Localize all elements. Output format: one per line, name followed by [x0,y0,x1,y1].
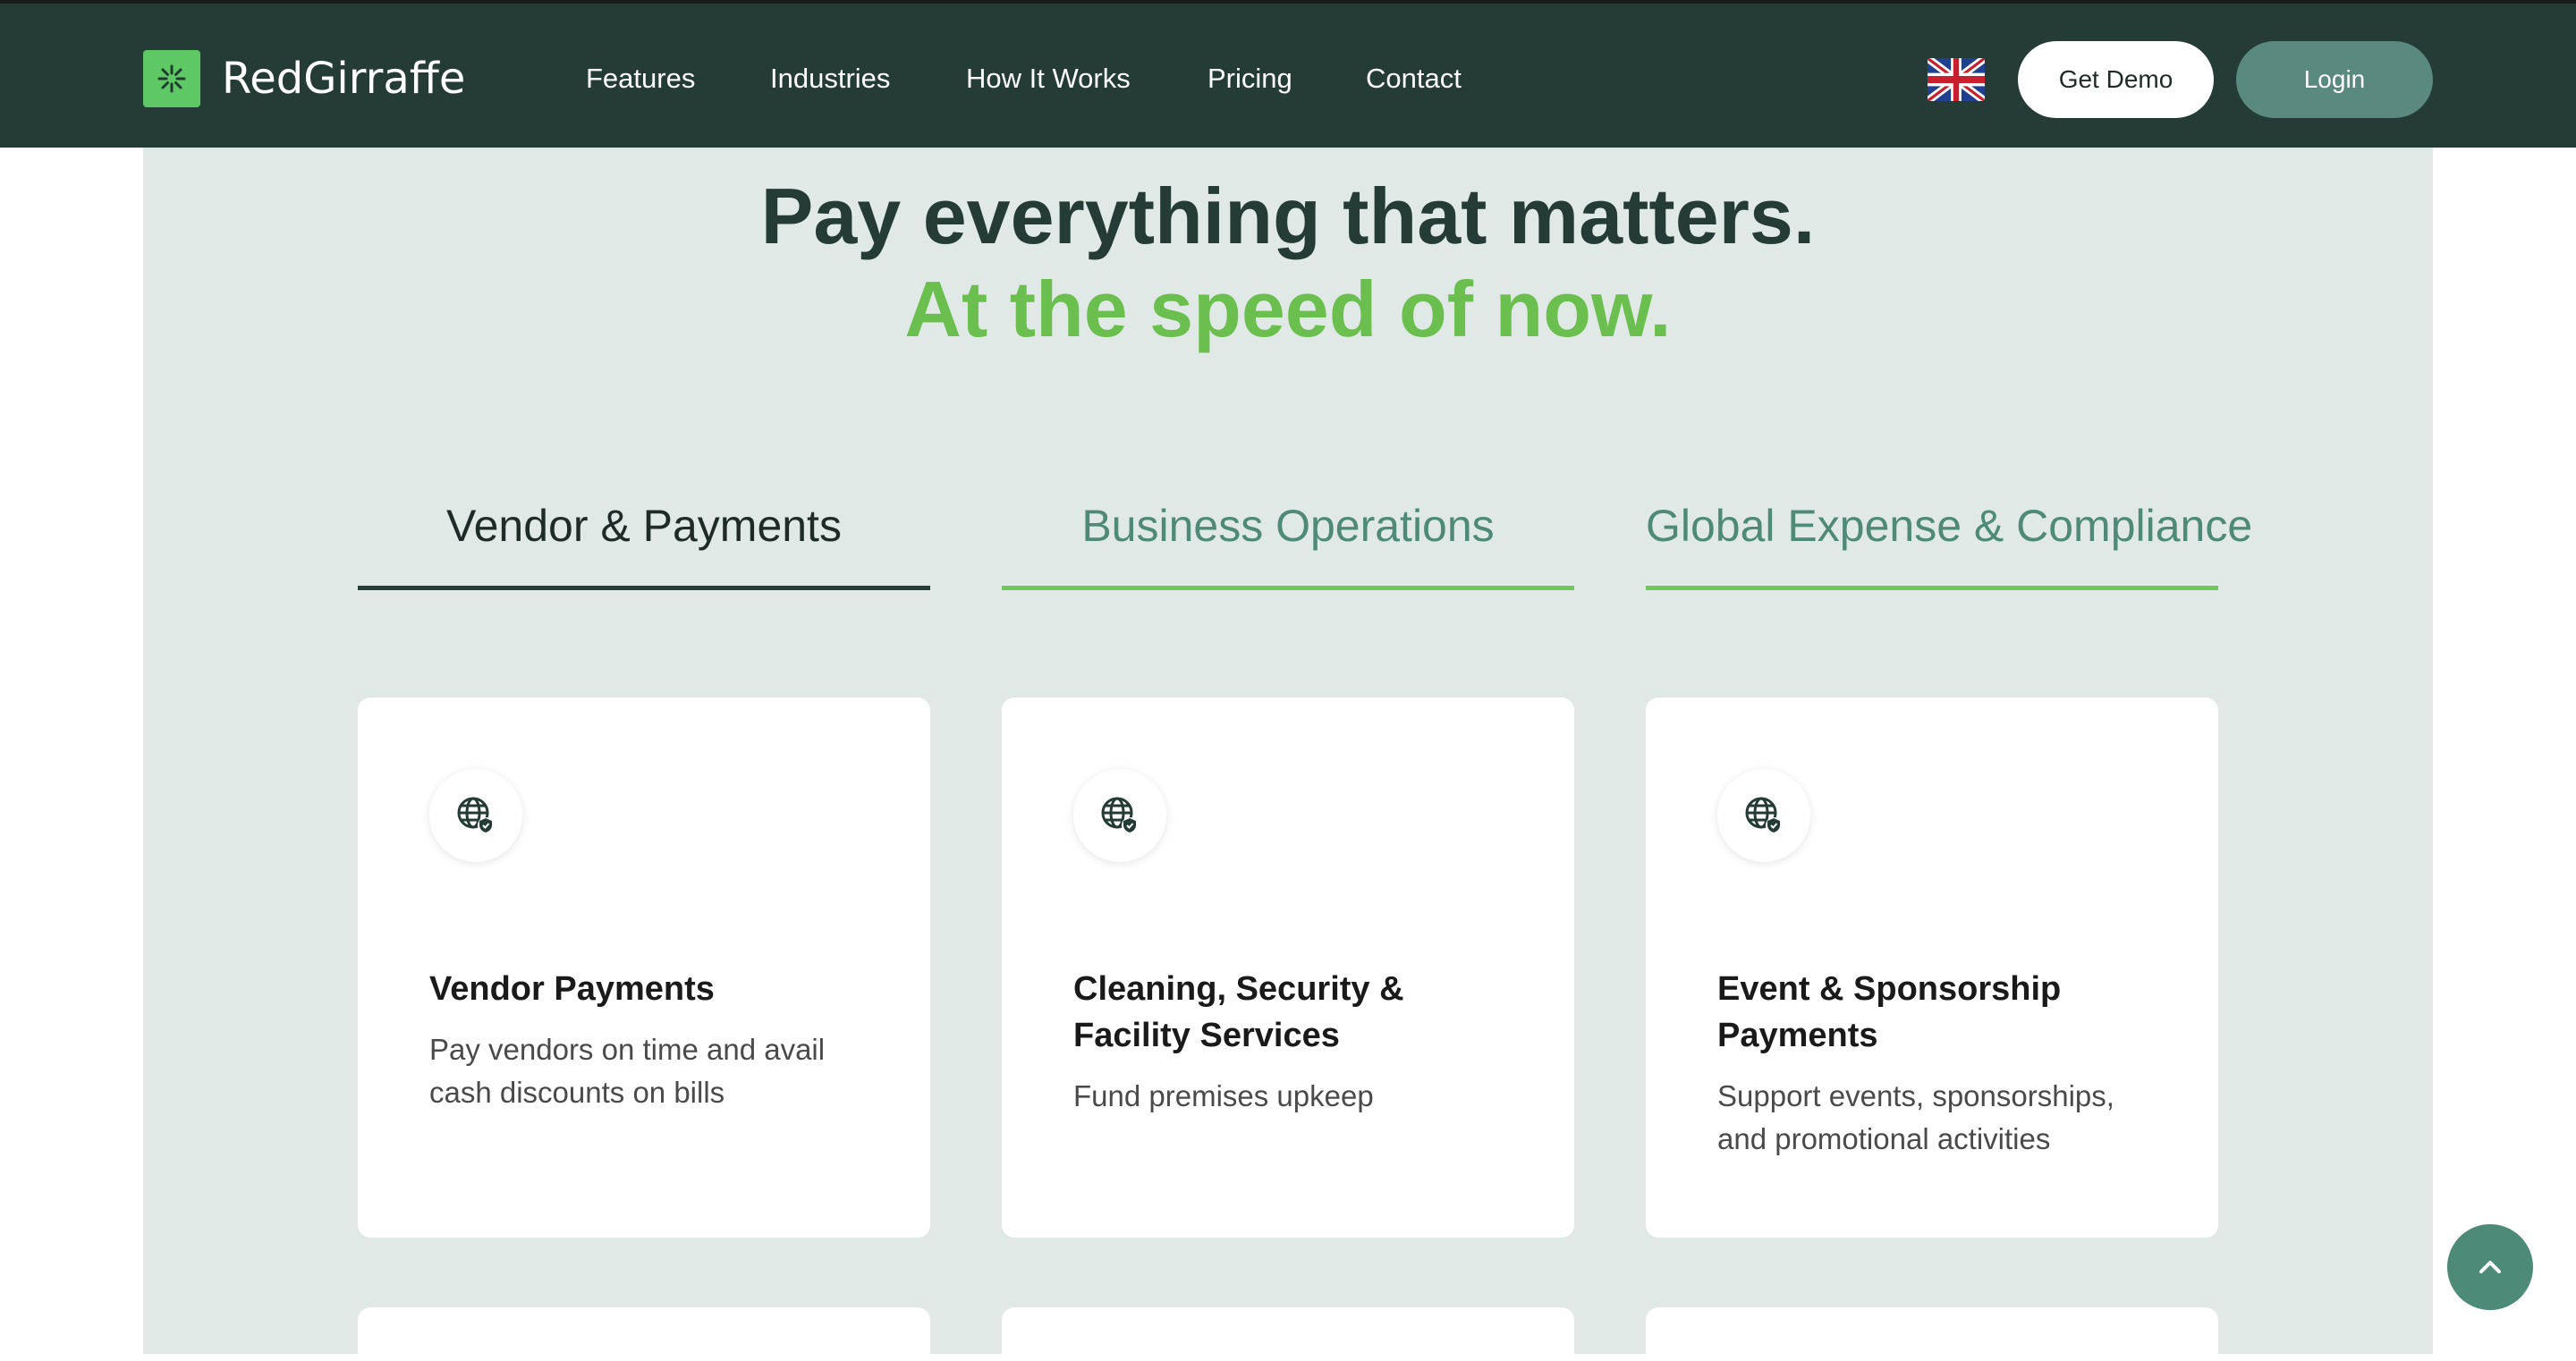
nav-how-it-works[interactable]: How It Works [966,61,1131,97]
card-description: Pay vendors on time and avail cash disco… [429,1033,826,1109]
login-button[interactable]: Login [2236,41,2433,118]
globe-shield-icon [457,797,494,833]
globe-shield-icon [1101,797,1138,833]
card-next-row[interactable] [358,1307,930,1361]
card-description: Fund premises upkeep [1073,1079,1374,1112]
tab-global-expense-compliance[interactable]: Global Expense & Compliance [1646,465,2252,590]
nav-features[interactable]: Features [586,61,695,97]
card-title: Event & Sponsorship Payments [1717,970,2062,1054]
card-vendor-payments[interactable]: Vendor Payments Pay vendors on time and … [358,697,930,1238]
brand-logo[interactable] [143,50,200,107]
card-description: Support events, sponsorships, and promot… [1717,1079,2114,1155]
top-navbar: RedGirraffe Features Industries How It W… [0,4,2576,148]
card-title: Vendor Payments [429,970,715,1008]
card-facility-services[interactable]: Cleaning, Security & Facility Services F… [1002,697,1574,1238]
nav-industries[interactable]: Industries [770,61,890,97]
tab-vendor-payments[interactable]: Vendor & Payments [358,465,930,590]
card-event-sponsorship[interactable]: Event & Sponsorship Payments Support eve… [1646,697,2218,1238]
icon-badge [429,769,522,862]
get-demo-button[interactable]: Get Demo [2018,41,2214,118]
uk-flag-icon[interactable] [1928,58,1985,101]
tab-business-operations[interactable]: Business Operations [1002,465,1574,590]
chevron-up-icon [2479,1261,2501,1273]
sunburst-icon [157,64,186,93]
card-next-row[interactable] [1002,1307,1574,1361]
icon-badge [1717,769,1810,862]
scroll-to-top-button[interactable] [2447,1224,2533,1310]
brand-name[interactable]: RedGirraffe [222,50,465,107]
hero-title: Pay everything that matters. [760,172,1816,260]
nav-contact[interactable]: Contact [1366,61,1462,97]
hero-subtitle: At the speed of now. [904,265,1672,353]
globe-shield-icon [1745,797,1782,833]
card-title: Cleaning, Security & Facility Services [1073,970,1404,1054]
icon-badge [1073,769,1166,862]
card-next-row[interactable] [1646,1307,2218,1361]
nav-pricing[interactable]: Pricing [1208,61,1292,97]
